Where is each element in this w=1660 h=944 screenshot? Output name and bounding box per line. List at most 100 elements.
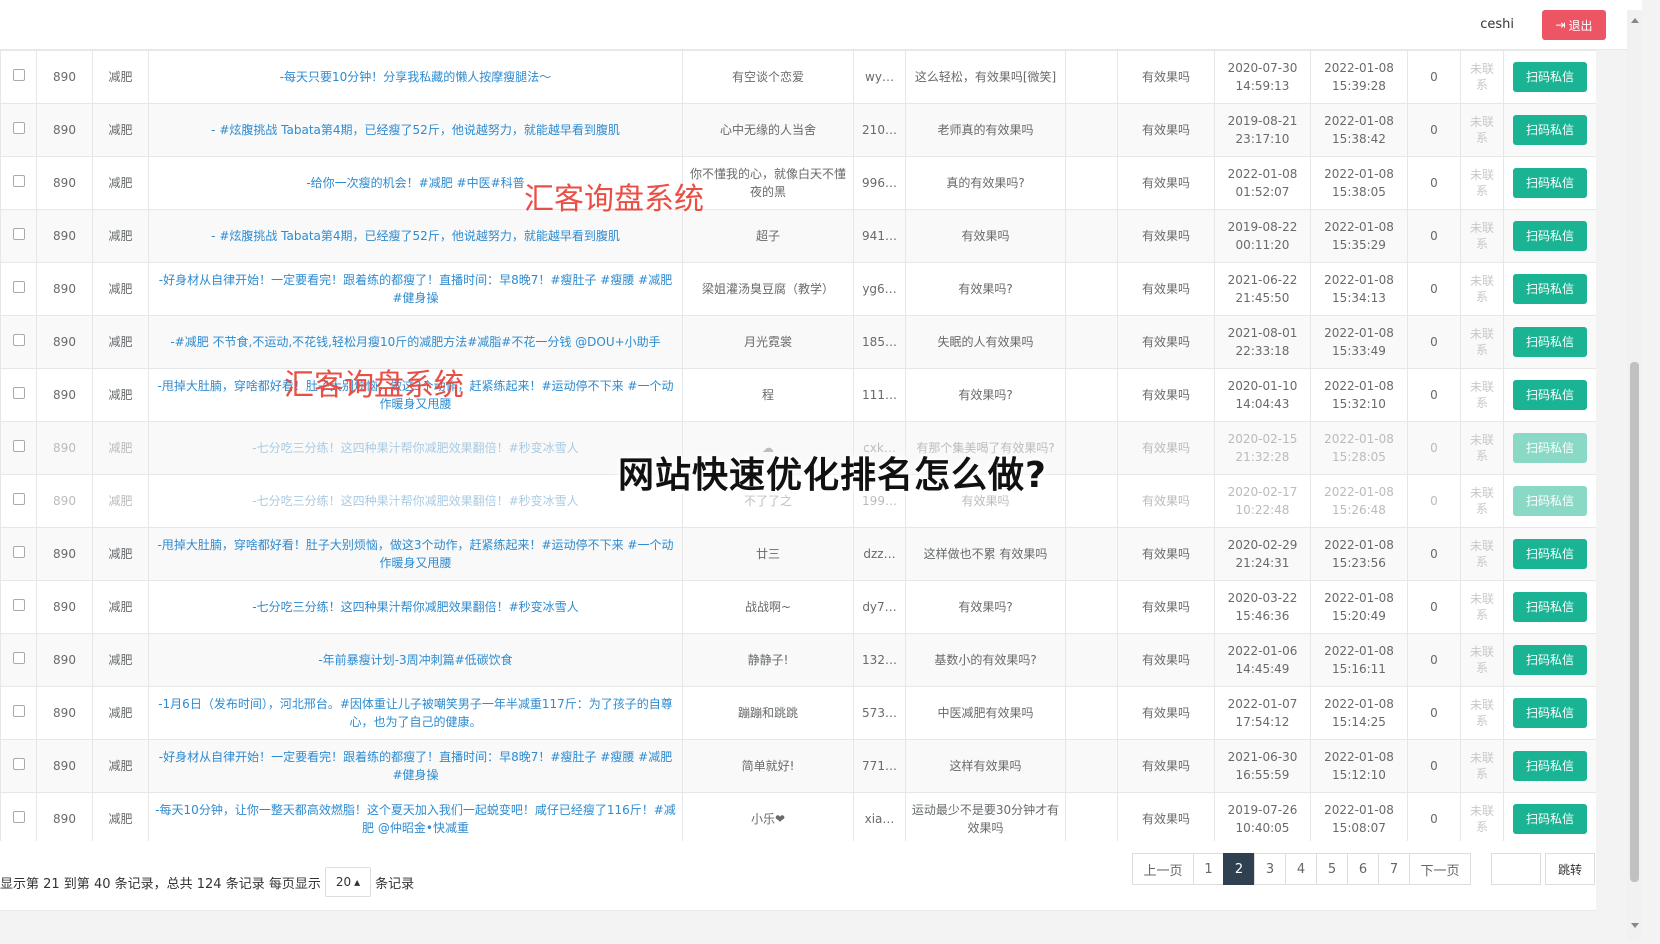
status-text: 未联系: [1469, 62, 1494, 92]
vertical-scrollbar[interactable]: [1627, 10, 1642, 940]
video-title-link[interactable]: -每天只要10分钟！分享我私藏的懒人按摩瘦腿法～: [280, 70, 552, 84]
video-title-link[interactable]: -#减肥 不节食,不运动,不花钱,轻松月瘦10斤的减肥方法#减脂#不花一分钱 @…: [170, 335, 660, 349]
video-title-link[interactable]: -七分吃三分练！这四种果汁帮你减肥效果翻倍！#秒变冰雪人: [252, 441, 578, 455]
video-title-link[interactable]: -年前暴瘦计划-3周冲刺篇#低碳饮食: [318, 653, 512, 667]
table-row: 890 减肥 -甩掉大肚腩，穿啥都好看！肚子大别烦恼，做这3个动作，赶紧练起来！#运…: [0, 527, 1596, 581]
scan-message-button[interactable]: 扫码私信: [1513, 433, 1587, 463]
cell-status: 未联系: [1460, 633, 1504, 687]
scan-message-button[interactable]: 扫码私信: [1513, 486, 1587, 516]
date-text: 2021-06-30: [1227, 750, 1298, 764]
logout-button[interactable]: ⇥ 退出: [1542, 10, 1606, 40]
page-size-select[interactable]: 20 ▴: [324, 867, 372, 897]
page-size-value: 20: [335, 875, 352, 889]
cell-status: 未联系: [1460, 262, 1504, 316]
row-checkbox[interactable]: [12, 599, 25, 611]
row-checkbox[interactable]: [12, 228, 25, 240]
cell-video-title: - #炫腹挑战 Tabata第4期，已经瘦了52斤，他说越努力，就能越早看到腹肌: [148, 103, 683, 157]
cell-category: 减肥: [92, 262, 149, 316]
jump-page-input[interactable]: [1491, 853, 1541, 885]
scan-message-button[interactable]: 扫码私信: [1513, 380, 1587, 410]
cell-status: 未联系: [1460, 527, 1504, 581]
scroll-down-icon[interactable]: [1631, 923, 1639, 928]
row-checkbox[interactable]: [12, 705, 25, 717]
row-checkbox[interactable]: [12, 811, 25, 823]
page-link[interactable]: 6: [1347, 853, 1379, 885]
video-title-link[interactable]: -好身材从自律开始！一定要看完！跟着练的都瘦了！直播时间：早8晚7！#瘦肚子 #…: [159, 750, 672, 782]
row-checkbox[interactable]: [12, 281, 25, 293]
status-text: 未联系: [1469, 433, 1494, 463]
scan-message-button[interactable]: 扫码私信: [1513, 221, 1587, 251]
cell-collect-time: 2022-01-08 15:14:25: [1310, 686, 1408, 740]
row-checkbox[interactable]: [12, 758, 25, 770]
cell-nickname: 梁姐灌汤臭豆腐（教学）: [682, 262, 854, 316]
scan-message-button[interactable]: 扫码私信: [1513, 327, 1587, 357]
table-row: 890 减肥 -每天10分钟，让你一整天都高效燃脂！这个夏天加入我们一起蜕变吧！咸仔…: [0, 792, 1596, 841]
video-title-link[interactable]: -七分吃三分练！这四种果汁帮你减肥效果翻倍！#秒变冰雪人: [252, 494, 578, 508]
row-checkbox[interactable]: [12, 175, 25, 187]
row-checkbox-cell: [0, 474, 37, 528]
video-title-link[interactable]: -甩掉大肚腩，穿啥都好看！肚子大别烦恼，做这3个动作，赶紧练起来！#运动停不下来…: [158, 538, 674, 570]
status-text: 未联系: [1469, 168, 1494, 198]
scan-message-button[interactable]: 扫码私信: [1513, 592, 1587, 622]
date-text: 2022-01-08: [1324, 697, 1394, 711]
cell-comment: 失眠的人有效果吗: [905, 315, 1066, 369]
page-link[interactable]: 1: [1193, 853, 1224, 885]
scroll-up-icon[interactable]: [1631, 18, 1639, 23]
time-text: 14:59:13: [1235, 79, 1290, 93]
scan-message-button[interactable]: 扫码私信: [1513, 168, 1587, 198]
row-checkbox[interactable]: [12, 69, 25, 81]
scan-message-button[interactable]: 扫码私信: [1513, 274, 1587, 304]
cell-comment-time: 2019-08-22 00:11:20: [1214, 209, 1311, 263]
user-id-text: 111…: [862, 388, 897, 402]
date-text: 2020-03-22: [1227, 591, 1298, 605]
cell-id: 890: [36, 368, 93, 422]
row-checkbox[interactable]: [12, 493, 25, 505]
scan-message-button[interactable]: 扫码私信: [1513, 751, 1587, 781]
time-text: 14:04:43: [1235, 397, 1290, 411]
row-checkbox[interactable]: [12, 122, 25, 134]
scan-message-button[interactable]: 扫码私信: [1513, 804, 1587, 834]
time-text: 15:34:13: [1332, 291, 1386, 305]
cell-video-title: -好身材从自律开始！一定要看完！跟着练的都瘦了！直播时间：早8晚7！#瘦肚子 #…: [148, 262, 683, 316]
page-link[interactable]: 5: [1316, 853, 1348, 885]
video-title-link[interactable]: -给你一次瘦的机会！#减肥 #中医#科普: [306, 176, 524, 190]
video-title-link[interactable]: - #炫腹挑战 Tabata第4期，已经瘦了52斤，他说越努力，就能越早看到腹肌: [211, 229, 620, 243]
cell-action: 扫码私信: [1503, 474, 1596, 528]
scan-message-button[interactable]: 扫码私信: [1513, 539, 1587, 569]
scroll-thumb[interactable]: [1630, 362, 1639, 882]
cell-id: 890: [36, 739, 93, 793]
cell-status: 未联系: [1460, 103, 1504, 157]
video-title-link[interactable]: - #炫腹挑战 Tabata第4期，已经瘦了52斤，他说越努力，就能越早看到腹肌: [211, 123, 620, 137]
cell-count: 0: [1407, 368, 1461, 422]
table-row: 890 减肥 -1月6日（发布时间），河北邢台。#因体重让儿子被嘲笑男子一年半减重1…: [0, 686, 1596, 740]
date-text: 2019-08-21: [1227, 114, 1298, 128]
scan-message-button[interactable]: 扫码私信: [1513, 698, 1587, 728]
video-title-link[interactable]: -七分吃三分练！这四种果汁帮你减肥效果翻倍！#秒变冰雪人: [252, 600, 578, 614]
cell-comment: 这样有效果吗: [905, 739, 1066, 793]
row-checkbox[interactable]: [12, 440, 25, 452]
cell-category: 减肥: [92, 739, 149, 793]
page-link[interactable]: 3: [1254, 853, 1286, 885]
cell-video-title: -七分吃三分练！这四种果汁帮你减肥效果翻倍！#秒变冰雪人: [148, 474, 683, 528]
video-title-link[interactable]: -每天10分钟，让你一整天都高效燃脂！这个夏天加入我们一起蜕变吧！咸仔已经瘦了1…: [155, 803, 676, 835]
video-title-link[interactable]: -1月6日（发布时间），河北邢台。#因体重让儿子被嘲笑男子一年半减重117斤：为…: [158, 697, 673, 729]
page-link-active[interactable]: 2: [1223, 853, 1255, 885]
row-checkbox[interactable]: [12, 387, 25, 399]
row-checkbox-cell: [0, 633, 37, 687]
jump-button[interactable]: 跳转: [1545, 853, 1595, 885]
page-link[interactable]: 4: [1285, 853, 1317, 885]
scan-message-button[interactable]: 扫码私信: [1513, 645, 1587, 675]
status-text: 未联系: [1469, 804, 1494, 834]
row-checkbox[interactable]: [12, 546, 25, 558]
cell-action: 扫码私信: [1503, 315, 1596, 369]
cell-status: 未联系: [1460, 50, 1504, 104]
row-checkbox[interactable]: [12, 652, 25, 664]
scan-message-button[interactable]: 扫码私信: [1513, 62, 1587, 92]
video-title-link[interactable]: -好身材从自律开始！一定要看完！跟着练的都瘦了！直播时间：早8晚7！#瘦肚子 #…: [159, 273, 672, 305]
cell-comment: 老师真的有效果吗: [905, 103, 1066, 157]
row-checkbox[interactable]: [12, 334, 25, 346]
prev-page-button[interactable]: 上一页: [1132, 853, 1194, 885]
next-page-button[interactable]: 下一页: [1409, 853, 1471, 885]
page-link[interactable]: 7: [1378, 853, 1410, 885]
scan-message-button[interactable]: 扫码私信: [1513, 115, 1587, 145]
